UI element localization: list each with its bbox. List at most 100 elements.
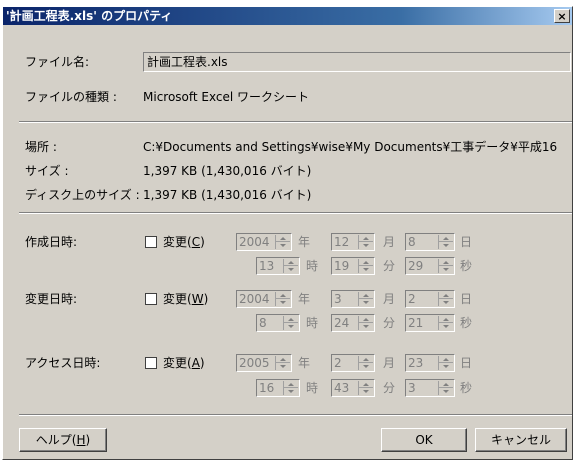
disk-size-label: ディスク上のサイズ : bbox=[25, 188, 140, 202]
properties-dialog: '計画工程表.xls' のプロパティ × ファイル名: 計画工程表.xls ファ… bbox=[2, 6, 573, 460]
month-unit: 月 bbox=[383, 292, 396, 306]
second-unit: 秒 bbox=[460, 381, 473, 395]
spinner-arrows-icon[interactable] bbox=[438, 259, 453, 273]
created-year-spinner[interactable]: 2004 bbox=[236, 233, 292, 251]
day-unit: 日 bbox=[460, 356, 473, 370]
modified-hour-spinner[interactable]: 8 bbox=[256, 314, 300, 332]
accessed-day-spinner[interactable]: 23 bbox=[405, 354, 455, 372]
modified-hour-value: 8 bbox=[259, 316, 267, 330]
modified-second-value: 21 bbox=[408, 316, 424, 330]
modified-day-value: 2 bbox=[408, 292, 416, 306]
spinner-arrows-icon[interactable] bbox=[283, 259, 298, 273]
year-unit: 年 bbox=[298, 292, 311, 306]
created-month-value: 12 bbox=[334, 235, 350, 249]
hour-unit: 時 bbox=[306, 316, 319, 330]
spinner-arrows-icon[interactable] bbox=[358, 259, 373, 273]
accessed-second-value: 3 bbox=[408, 381, 416, 395]
year-unit: 年 bbox=[298, 356, 311, 370]
file-type-value: Microsoft Excel ワークシート bbox=[143, 90, 310, 104]
created-hour-value: 13 bbox=[259, 259, 275, 273]
created-month-spinner[interactable]: 12 bbox=[331, 233, 375, 251]
accessed-day-value: 23 bbox=[408, 356, 424, 370]
file-name-label: ファイル名: bbox=[25, 55, 90, 69]
spinner-arrows-icon[interactable] bbox=[438, 316, 453, 330]
spinner-arrows-icon[interactable] bbox=[283, 381, 298, 395]
window-title: '計画工程表.xls' のプロパティ bbox=[6, 9, 173, 23]
spinner-arrows-icon[interactable] bbox=[275, 356, 290, 370]
help-button[interactable]: ヘルプ(H) bbox=[19, 428, 107, 452]
created-day-value: 8 bbox=[408, 235, 416, 249]
close-icon: × bbox=[557, 10, 567, 23]
ok-button[interactable]: OK bbox=[381, 428, 467, 452]
modified-label: 変更日時: bbox=[25, 292, 78, 306]
accessed-change-checkbox[interactable] bbox=[145, 357, 157, 369]
file-name-field[interactable]: 計画工程表.xls bbox=[143, 52, 571, 72]
created-minute-value: 19 bbox=[334, 259, 350, 273]
spinner-arrows-icon[interactable] bbox=[438, 381, 453, 395]
second-unit: 秒 bbox=[460, 316, 473, 330]
spinner-arrows-icon[interactable] bbox=[275, 292, 290, 306]
second-unit: 秒 bbox=[460, 259, 473, 273]
created-second-spinner[interactable]: 29 bbox=[405, 257, 455, 275]
spinner-arrows-icon[interactable] bbox=[358, 356, 373, 370]
accessed-label: アクセス日時: bbox=[25, 356, 101, 370]
modified-day-spinner[interactable]: 2 bbox=[405, 290, 455, 308]
accessed-change-label[interactable]: 変更(A) bbox=[163, 356, 205, 370]
close-button[interactable]: × bbox=[554, 9, 570, 23]
accessed-hour-value: 16 bbox=[259, 381, 275, 395]
accessed-minute-value: 43 bbox=[334, 381, 350, 395]
file-name-value: 計画工程表.xls bbox=[147, 55, 228, 69]
spinner-arrows-icon[interactable] bbox=[438, 235, 453, 249]
spinner-arrows-icon[interactable] bbox=[438, 292, 453, 306]
accessed-year-spinner[interactable]: 2005 bbox=[236, 354, 292, 372]
created-day-spinner[interactable]: 8 bbox=[405, 233, 455, 251]
modified-minute-value: 24 bbox=[334, 316, 350, 330]
accessed-hour-spinner[interactable]: 16 bbox=[256, 379, 300, 397]
size-label: サイズ : bbox=[25, 164, 69, 178]
month-unit: 月 bbox=[383, 356, 396, 370]
title-bar[interactable]: '計画工程表.xls' のプロパティ × bbox=[3, 7, 572, 25]
year-unit: 年 bbox=[298, 235, 311, 249]
accessed-month-spinner[interactable]: 2 bbox=[331, 354, 375, 372]
cancel-button[interactable]: キャンセル bbox=[475, 428, 567, 452]
created-minute-spinner[interactable]: 19 bbox=[331, 257, 375, 275]
accessed-month-value: 2 bbox=[334, 356, 342, 370]
modified-month-spinner[interactable]: 3 bbox=[331, 290, 375, 308]
accessed-minute-spinner[interactable]: 43 bbox=[331, 379, 375, 397]
spinner-arrows-icon[interactable] bbox=[358, 235, 373, 249]
accessed-year-value: 2005 bbox=[239, 356, 270, 370]
spinner-arrows-icon[interactable] bbox=[358, 292, 373, 306]
spinner-arrows-icon[interactable] bbox=[438, 356, 453, 370]
separator bbox=[19, 121, 572, 123]
month-unit: 月 bbox=[383, 235, 396, 249]
minute-unit: 分 bbox=[383, 259, 396, 273]
size-value: 1,397 KB (1,430,016 バイト) bbox=[143, 164, 312, 178]
spinner-arrows-icon[interactable] bbox=[358, 381, 373, 395]
file-type-label: ファイルの種類 : bbox=[25, 90, 117, 104]
modified-year-value: 2004 bbox=[239, 292, 270, 306]
created-second-value: 29 bbox=[408, 259, 424, 273]
spinner-arrows-icon[interactable] bbox=[283, 316, 298, 330]
created-change-label[interactable]: 変更(C) bbox=[163, 235, 205, 249]
modified-second-spinner[interactable]: 21 bbox=[405, 314, 455, 332]
minute-unit: 分 bbox=[383, 381, 396, 395]
disk-size-value: 1,397 KB (1,430,016 バイト) bbox=[143, 188, 312, 202]
modified-year-spinner[interactable]: 2004 bbox=[236, 290, 292, 308]
modified-change-label[interactable]: 変更(W) bbox=[163, 292, 208, 306]
hour-unit: 時 bbox=[306, 381, 319, 395]
created-hour-spinner[interactable]: 13 bbox=[256, 257, 300, 275]
modified-change-checkbox[interactable] bbox=[145, 293, 157, 305]
day-unit: 日 bbox=[460, 235, 473, 249]
modified-minute-spinner[interactable]: 24 bbox=[331, 314, 375, 332]
minute-unit: 分 bbox=[383, 316, 396, 330]
location-label: 場所 : bbox=[25, 140, 57, 154]
created-label: 作成日時: bbox=[25, 235, 78, 249]
created-year-value: 2004 bbox=[239, 235, 270, 249]
spinner-arrows-icon[interactable] bbox=[275, 235, 290, 249]
spinner-arrows-icon[interactable] bbox=[358, 316, 373, 330]
day-unit: 日 bbox=[460, 292, 473, 306]
created-change-checkbox[interactable] bbox=[145, 236, 157, 248]
location-value: C:¥Documents and Settings¥wise¥My Docume… bbox=[143, 140, 558, 154]
hour-unit: 時 bbox=[306, 259, 319, 273]
accessed-second-spinner[interactable]: 3 bbox=[405, 379, 455, 397]
